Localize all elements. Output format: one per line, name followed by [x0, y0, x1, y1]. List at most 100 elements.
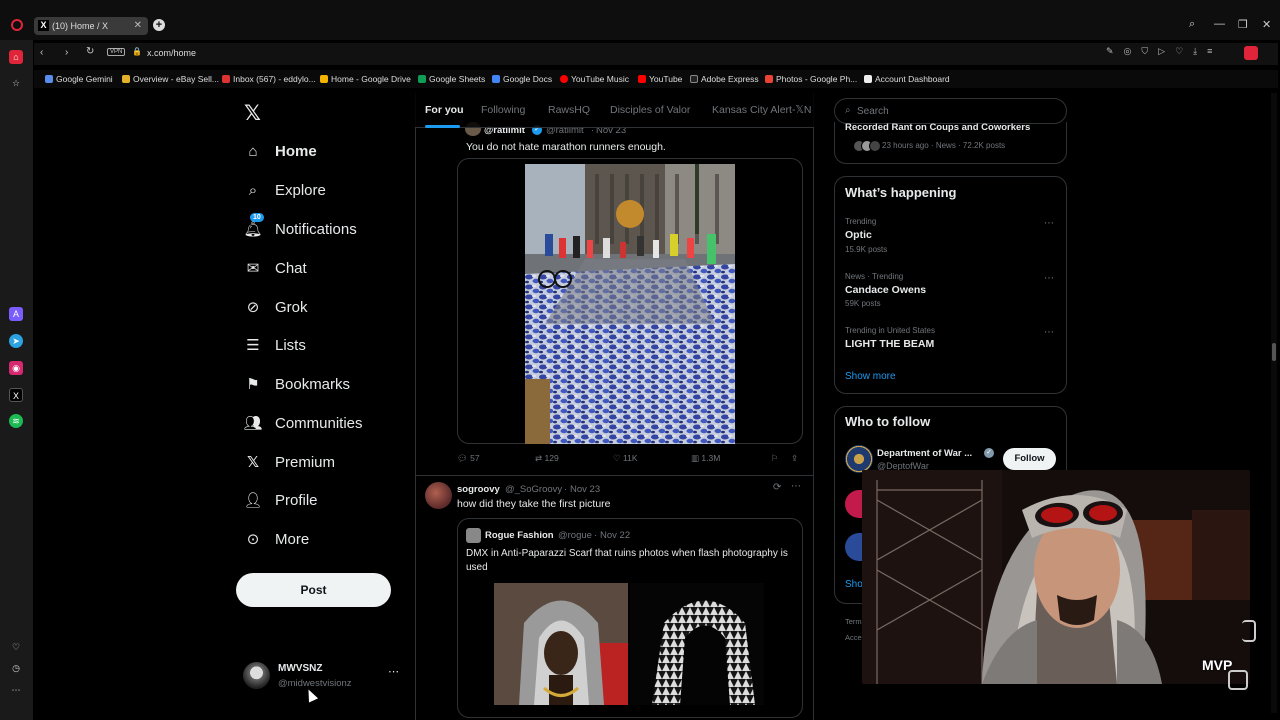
- tab-close-icon[interactable]: ✕: [134, 20, 142, 31]
- bookmark-tweet-icon[interactable]: ⚐: [771, 453, 779, 464]
- bookmark-sheets[interactable]: Google Sheets: [418, 74, 485, 84]
- reply-button[interactable]: 💬︎ 57: [457, 453, 480, 464]
- lock-icon: 🔒: [132, 47, 142, 56]
- news-title[interactable]: Recorded Rant on Coups and Coworkers: [845, 122, 1030, 133]
- bookmark-account-dashboard[interactable]: Account Dashboard: [864, 74, 950, 84]
- show-more-link[interactable]: Show more: [845, 371, 896, 382]
- bookmark-photos[interactable]: Photos - Google Ph...: [765, 74, 857, 84]
- nav-chat[interactable]: ✉ Chat: [244, 255, 307, 281]
- account-more-icon[interactable]: ⋯: [388, 665, 399, 678]
- tweet-2-avatar[interactable]: [425, 482, 452, 509]
- show-more-follow-link[interactable]: Sho: [845, 579, 863, 590]
- history-rail-icon[interactable]: ◷: [9, 661, 23, 675]
- instagram-rail-icon[interactable]: ◉: [9, 361, 23, 375]
- trend-3-more-icon[interactable]: ⋯: [1044, 327, 1054, 338]
- bookmark-youtube-music[interactable]: YouTube Music: [560, 74, 629, 84]
- nav-communities[interactable]: 👥︎ Communities: [243, 410, 362, 436]
- nav-bookmarks[interactable]: ⚑ Bookmarks: [244, 371, 350, 397]
- tab-rawshq[interactable]: RawsHQ: [548, 104, 590, 116]
- nav-home[interactable]: ⌂ Home: [244, 138, 316, 164]
- views-button[interactable]: ▥ 1.3M: [691, 453, 720, 464]
- search-box[interactable]: ⌕ Search: [834, 98, 1067, 124]
- browser-tab-active[interactable]: X (10) Home / X ✕: [34, 17, 148, 35]
- x-favicon-icon: X: [38, 20, 49, 31]
- page-scrollbar[interactable]: [1271, 93, 1277, 713]
- trend-3-name[interactable]: LIGHT THE BEAM: [845, 338, 934, 350]
- tweet-more-icon[interactable]: ⋯: [791, 481, 801, 492]
- follow-button[interactable]: Follow: [1003, 448, 1056, 470]
- heart-rail-icon[interactable]: ♡: [9, 640, 23, 654]
- tab-for-you[interactable]: For you: [425, 104, 464, 116]
- tab-disciples-of-valor[interactable]: Disciples of Valor: [610, 104, 690, 116]
- bookmark-adobe-express[interactable]: Adobe Express: [690, 74, 759, 84]
- quote-avatar: [466, 528, 481, 543]
- bookmark-inbox[interactable]: Inbox (567) - eddylo...: [222, 74, 316, 84]
- menu-icon[interactable]: ≡: [1207, 46, 1222, 56]
- edit-icon[interactable]: ✎: [1106, 46, 1124, 56]
- bookmark-ebay[interactable]: Overview - eBay Sell...: [122, 74, 219, 84]
- x-rail-icon[interactable]: X: [9, 388, 23, 402]
- more-rail-icon[interactable]: ⋯: [9, 683, 23, 697]
- bookmark-drive[interactable]: Home - Google Drive: [320, 74, 411, 84]
- search-tabs-icon[interactable]: ⌕: [1189, 18, 1195, 31]
- retweet-button[interactable]: ⇄ 129: [535, 453, 559, 464]
- trend-1-name[interactable]: Optic: [845, 229, 872, 241]
- bookmark-youtube[interactable]: YouTube: [638, 74, 682, 84]
- reload-icon[interactable]: ↻: [86, 46, 94, 57]
- tweet-1-image[interactable]: [525, 164, 735, 444]
- home-rail-icon[interactable]: ⌂: [9, 50, 23, 64]
- bookmark-gemini[interactable]: Google Gemini: [45, 74, 113, 84]
- forward-icon[interactable]: ›: [65, 47, 68, 58]
- heart-icon[interactable]: ♡: [1175, 46, 1193, 56]
- spotify-rail-icon[interactable]: ≋: [9, 414, 23, 428]
- tab-kansas-city-alert[interactable]: Kansas City Alert-𝕏N: [712, 104, 812, 116]
- trend-2-posts: 59K posts: [845, 299, 881, 308]
- accessibility-link[interactable]: Acce: [845, 633, 862, 642]
- camera-icon[interactable]: ◎: [1124, 46, 1142, 56]
- follow-avatar[interactable]: [845, 445, 873, 473]
- nav-premium[interactable]: 𝕏 Premium: [244, 449, 335, 475]
- restore-button[interactable]: ❐: [1238, 18, 1248, 31]
- vpn-badge[interactable]: VPN: [107, 48, 126, 56]
- like-button[interactable]: ♡ 11K: [613, 453, 638, 464]
- tweet-2-text: how did they take the first picture: [457, 498, 611, 510]
- back-icon[interactable]: ‹: [40, 47, 43, 58]
- new-tab-button[interactable]: +: [153, 19, 165, 31]
- trend-1-more-icon[interactable]: ⋯: [1044, 218, 1054, 229]
- share-icon[interactable]: ⇪: [791, 453, 798, 464]
- terms-link[interactable]: Term: [845, 617, 862, 626]
- nav-lists[interactable]: ☰ Lists: [244, 332, 306, 358]
- x-logo-icon[interactable]: 𝕏: [244, 101, 261, 126]
- shield-icon[interactable]: ⛉: [1141, 46, 1158, 56]
- person-icon: 👤︎: [243, 492, 263, 509]
- telegram-rail-icon[interactable]: ➤: [9, 334, 23, 348]
- close-window-button[interactable]: ✕: [1262, 18, 1271, 31]
- tweet-2-date[interactable]: Nov 23: [570, 484, 600, 495]
- trend-2-more-icon[interactable]: ⋯: [1044, 273, 1054, 284]
- grok-tweet-icon[interactable]: ⟳: [773, 482, 781, 493]
- quote-image-right[interactable]: [630, 583, 764, 705]
- star-rail-icon[interactable]: ☆: [9, 76, 23, 90]
- nav-profile[interactable]: 👤︎ Profile: [243, 487, 317, 513]
- tweet-2-name[interactable]: sogroovy: [457, 484, 500, 495]
- nav-notifications[interactable]: 🔔︎ 10 Notifications: [243, 213, 357, 242]
- download-icon[interactable]: ⤓: [1193, 46, 1207, 56]
- minimize-button[interactable]: —: [1214, 18, 1225, 30]
- profile-icon[interactable]: [1244, 46, 1258, 60]
- app-rail-icon[interactable]: A: [9, 307, 23, 321]
- tweet-2-handle[interactable]: @_SoGroovy: [505, 484, 562, 495]
- trend-2-name[interactable]: Candace Owens: [845, 284, 926, 296]
- scrollbar-thumb[interactable]: [1272, 343, 1276, 361]
- url-text[interactable]: x.com/home: [147, 48, 196, 58]
- play-icon[interactable]: ▷: [1158, 46, 1175, 56]
- nav-grok[interactable]: ⊘ Grok: [244, 294, 308, 320]
- tab-following[interactable]: Following: [481, 104, 525, 116]
- account-switcher[interactable]: MWVSNZ @midwestvisionz ⋯: [243, 661, 403, 691]
- opera-logo-icon[interactable]: [11, 19, 23, 31]
- nav-explore[interactable]: ⌕ Explore: [244, 177, 326, 203]
- nav-more[interactable]: ⊙ More: [244, 526, 309, 552]
- quote-image-left[interactable]: [494, 583, 628, 705]
- post-button[interactable]: Post: [236, 573, 391, 607]
- bookmark-docs[interactable]: Google Docs: [492, 74, 552, 84]
- follow-name[interactable]: Department of War ...: [877, 448, 972, 459]
